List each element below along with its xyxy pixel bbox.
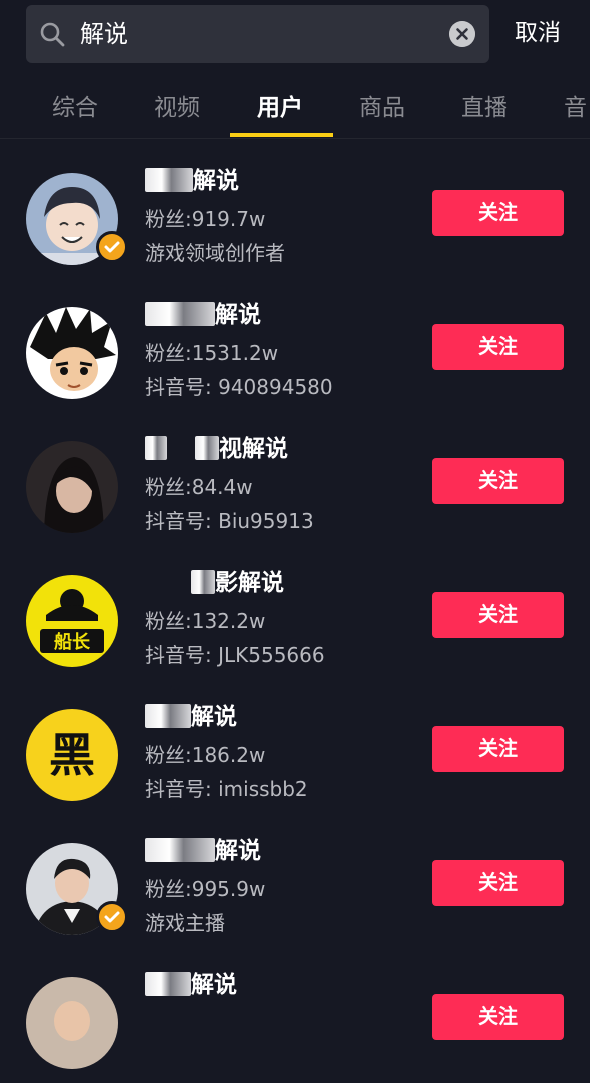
blurred-name bbox=[145, 168, 193, 192]
user-meta: 抖音号: Biu95913 bbox=[145, 509, 314, 533]
clear-icon[interactable] bbox=[449, 21, 475, 47]
list-item[interactable]: 解说 关注 bbox=[0, 949, 590, 1083]
list-item[interactable]: 视解说 粉丝:84.4w 抖音号: Biu95913 关注 bbox=[0, 413, 590, 547]
tab-users[interactable]: 用户 bbox=[257, 92, 303, 124]
active-tab-indicator bbox=[230, 133, 333, 137]
fans-count: 粉丝:919.7w bbox=[145, 207, 266, 231]
blurred-name bbox=[145, 972, 191, 996]
user-meta: 抖音号: imissbb2 bbox=[145, 777, 308, 801]
follow-button[interactable]: 关注 bbox=[432, 994, 564, 1040]
user-name: 解说 bbox=[145, 835, 261, 867]
verified-badge-icon bbox=[96, 231, 128, 263]
avatar-text: 黑 bbox=[49, 728, 95, 782]
user-meta: 游戏主播 bbox=[145, 911, 225, 935]
fans-count: 粉丝:1531.2w bbox=[145, 341, 279, 365]
fans-count: 粉丝:132.2w bbox=[145, 609, 266, 633]
search-input[interactable]: 解说 bbox=[80, 18, 128, 50]
user-name: 视解说 bbox=[145, 433, 288, 465]
fans-count: 粉丝:186.2w bbox=[145, 743, 266, 767]
user-name: 解说 bbox=[145, 969, 237, 1001]
avatar[interactable]: 黑 bbox=[26, 709, 118, 801]
tab-products[interactable]: 商品 bbox=[359, 92, 405, 124]
user-name: 解说 bbox=[145, 701, 237, 733]
avatar[interactable]: 船长 bbox=[26, 575, 118, 667]
user-meta: 抖音号: 940894580 bbox=[145, 375, 333, 399]
tab-video[interactable]: 视频 bbox=[154, 92, 200, 124]
blurred-name bbox=[145, 838, 215, 862]
fans-count: 粉丝:84.4w bbox=[145, 475, 253, 499]
blurred-name bbox=[145, 436, 167, 460]
user-meta: 抖音号: JLK555666 bbox=[145, 643, 325, 667]
search-bar[interactable]: 解说 bbox=[26, 5, 489, 63]
fans-count: 粉丝:995.9w bbox=[145, 877, 266, 901]
user-name: 解说 bbox=[145, 299, 261, 331]
blurred-name bbox=[145, 302, 215, 326]
user-name: 解说 bbox=[145, 165, 239, 197]
user-meta: 游戏领域创作者 bbox=[145, 241, 285, 265]
tab-live[interactable]: 直播 bbox=[461, 92, 507, 124]
list-item[interactable]: 船长 影解说 粉丝:132.2w 抖音号: JLK555666 关注 bbox=[0, 547, 590, 681]
avatar[interactable] bbox=[26, 441, 118, 533]
blurred-name bbox=[191, 570, 215, 594]
avatar[interactable] bbox=[26, 307, 118, 399]
user-name: 影解说 bbox=[145, 567, 284, 599]
avatar-text: 船长 bbox=[54, 631, 91, 653]
list-item[interactable]: 黑 解说 粉丝:186.2w 抖音号: imissbb2 关注 bbox=[0, 681, 590, 815]
verified-badge-icon bbox=[96, 901, 128, 933]
divider bbox=[0, 138, 590, 139]
tab-all[interactable]: 综合 bbox=[52, 92, 98, 124]
follow-button[interactable]: 关注 bbox=[432, 726, 564, 772]
list-item[interactable]: 解说 粉丝:995.9w 游戏主播 关注 bbox=[0, 815, 590, 949]
cancel-button[interactable]: 取消 bbox=[515, 17, 561, 49]
tab-bar: 综合 视频 用户 商品 直播 音 bbox=[0, 82, 590, 138]
list-item[interactable]: 解说 粉丝:919.7w 游戏领域创作者 关注 bbox=[0, 145, 590, 279]
follow-button[interactable]: 关注 bbox=[432, 860, 564, 906]
tab-music[interactable]: 音 bbox=[564, 92, 587, 124]
blurred-name bbox=[195, 436, 220, 460]
follow-button[interactable]: 关注 bbox=[432, 190, 564, 236]
avatar[interactable] bbox=[26, 977, 118, 1069]
follow-button[interactable]: 关注 bbox=[432, 458, 564, 504]
blurred-name bbox=[145, 704, 191, 728]
search-icon bbox=[40, 22, 65, 47]
list-item[interactable]: 解说 粉丝:1531.2w 抖音号: 940894580 关注 bbox=[0, 279, 590, 413]
follow-button[interactable]: 关注 bbox=[432, 324, 564, 370]
follow-button[interactable]: 关注 bbox=[432, 592, 564, 638]
